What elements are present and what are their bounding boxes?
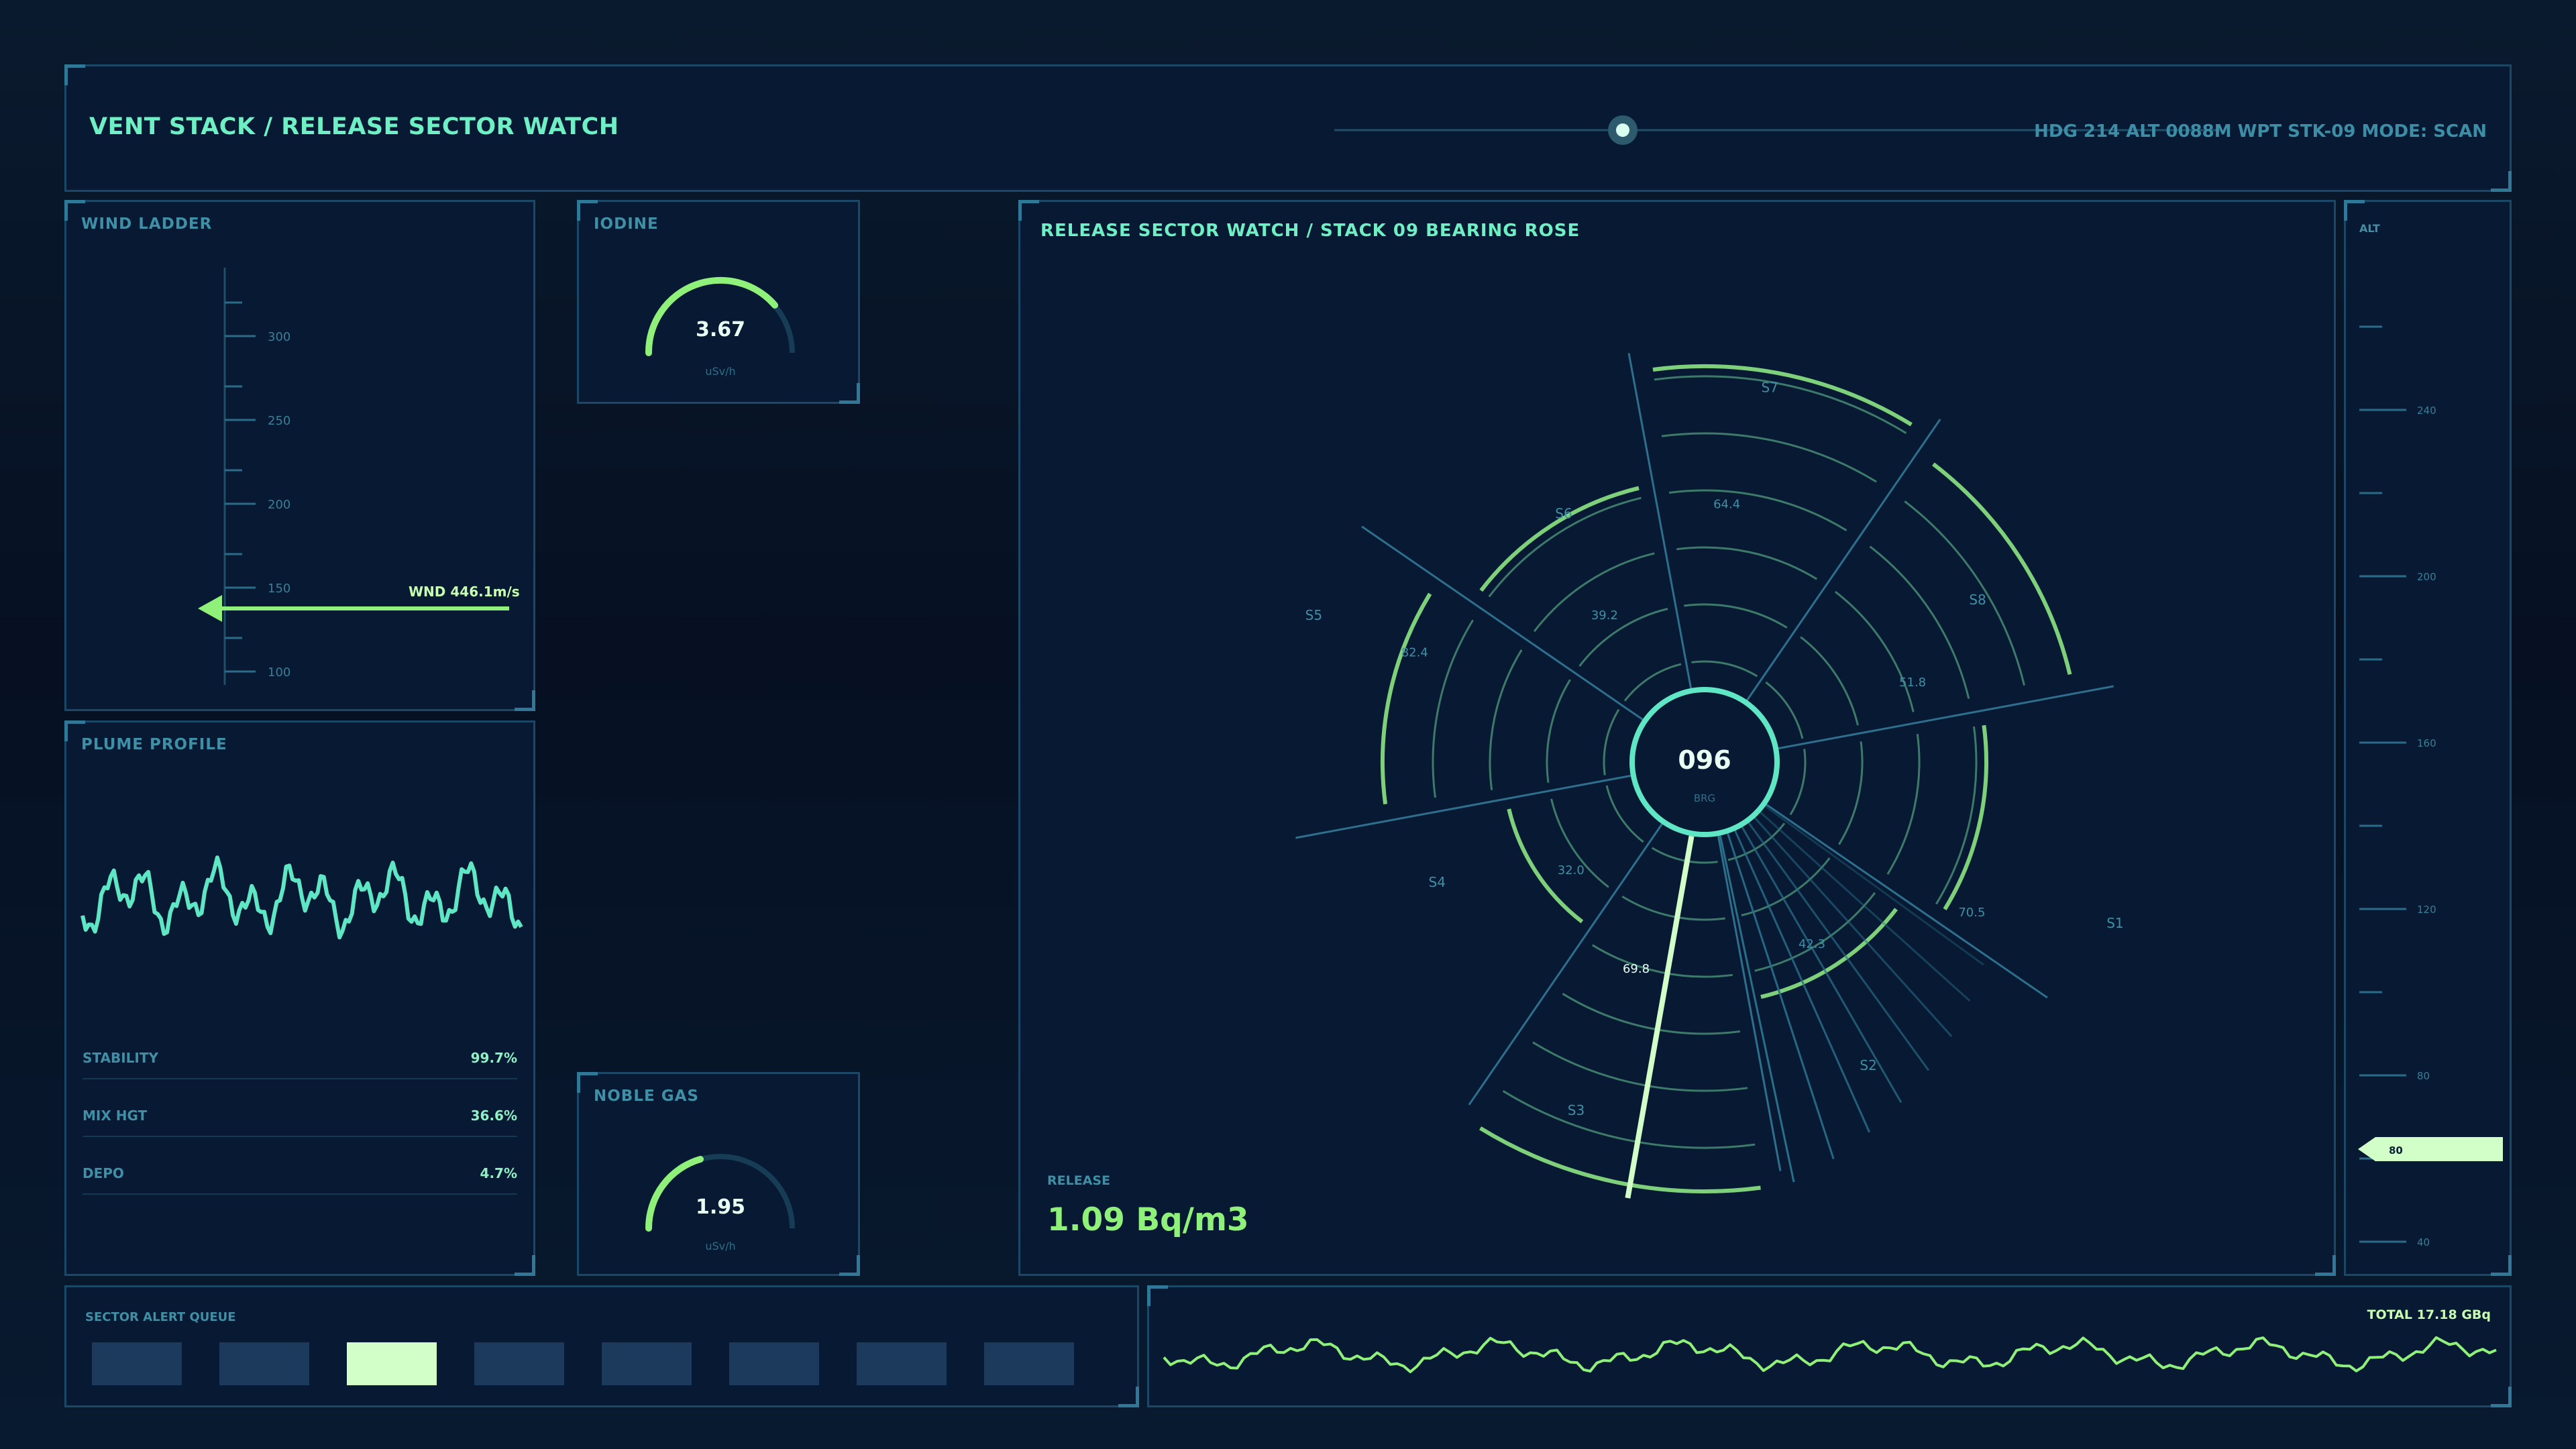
rose-fan-line	[1760, 811, 1971, 1002]
rose-sector-label: S7	[1762, 380, 1778, 396]
noble-gas-gauge: 1.95 uSv/h	[645, 1154, 795, 1252]
rose-sector-label: S6	[1555, 505, 1572, 521]
rose-sector-arc	[1932, 462, 2072, 676]
alt-tape-panel: ALT 240 200 160 120 80 40 80	[2344, 200, 2512, 1276]
alert-queue-tile[interactable]	[602, 1342, 692, 1385]
rose-sector-value: 42.3	[1799, 937, 1825, 951]
total-trend-panel: TOTAL 17.18 GBq	[1147, 1285, 2512, 1407]
rose-spoke	[1627, 353, 1693, 690]
alert-queue-tile[interactable]	[474, 1342, 564, 1385]
wind-indicator-arrow	[198, 595, 222, 622]
alt-tick-240: 240	[2417, 405, 2436, 417]
alert-queue-tile[interactable]	[92, 1342, 182, 1385]
rose-fan-line	[1719, 835, 1795, 1183]
rose-sector-value: 51.8	[1899, 676, 1926, 690]
noble-gas-gauge-panel: NOBLE GAS 1.95 uSv/h	[577, 1072, 860, 1276]
alt-tick-160: 160	[2417, 737, 2436, 749]
alert-queue-tile[interactable]	[729, 1342, 819, 1385]
metric-row-mix-hgt: MIX HGT 36.6%	[83, 1095, 517, 1137]
noble-gas-value: 1.95	[696, 1195, 745, 1219]
metric-value: 99.7%	[470, 1050, 517, 1066]
alt-tape-scale: 240 200 160 120 80 40 80	[2358, 325, 2503, 1248]
metric-label: MIX HGT	[83, 1108, 148, 1124]
iodine-gauge: 3.67 uSv/h	[645, 276, 795, 378]
rose-spoke	[1717, 834, 1782, 1171]
rose-sector-label: S3	[1568, 1102, 1585, 1118]
iodine-gauge-fill	[645, 276, 778, 356]
rose-sector-label: S1	[2106, 915, 2123, 931]
alert-queue-tile[interactable]	[219, 1342, 309, 1385]
iodine-gauge-panel: IODINE 3.67 uSv/h	[577, 200, 860, 404]
bearing-rose: S1 S2 S3 S4 S5 S6 S7 S8 70.5 42.3 69.8 32.0 82.4 39.2…	[1295, 353, 2124, 1199]
rose-sector-value: 39.2	[1591, 608, 1618, 623]
rose-spoke	[1295, 774, 1633, 839]
rose-sector-value: 32.0	[1558, 863, 1585, 877]
plume-profile-panel: PLUME PROFILE STABILITY 99.7% MIX HGT 36…	[64, 720, 535, 1276]
iodine-value: 3.67	[696, 318, 745, 341]
rose-sector-value: 69.8	[1623, 962, 1650, 976]
release-label: RELEASE	[1047, 1173, 1111, 1188]
header-bar: VENT STACK / RELEASE SECTOR WATCH HDG 21…	[64, 64, 2512, 192]
rose-sector-label: S8	[1969, 592, 1986, 608]
alert-queue-tile[interactable]	[984, 1342, 1074, 1385]
wind-tick-300: 300	[268, 330, 290, 344]
rose-sector-label: S4	[1429, 874, 1446, 890]
rose-center-label: BRG	[1694, 792, 1715, 804]
noble-gas-gauge-fill	[645, 1156, 704, 1232]
metric-row-depo: DEPO 4.7%	[83, 1153, 517, 1195]
rose-sector-arc	[1479, 486, 1640, 592]
wind-ladder-scale: 300 250 200 150 100 WND 446.1m/s	[198, 268, 520, 685]
rose-fan-line	[1754, 817, 1953, 1037]
total-trend-line	[1163, 1336, 2497, 1373]
metric-label: STABILITY	[83, 1050, 158, 1066]
rose-sector-value: 82.4	[1401, 646, 1428, 660]
iodine-unit: uSv/h	[705, 365, 735, 378]
alt-current-marker	[2358, 1137, 2503, 1161]
rose-sector-arc	[1943, 724, 1988, 910]
wind-tick-250: 250	[268, 414, 290, 428]
rose-sector-value: 64.4	[1713, 497, 1740, 511]
release-value: 1.09 Bq/m3	[1047, 1201, 1249, 1238]
rose-center-value: 096	[1678, 745, 1731, 775]
sector-alert-queue-panel: SECTOR ALERT QUEUE	[64, 1285, 1139, 1407]
rose-fan-line	[1734, 830, 1871, 1133]
rose-bearing-needle	[1625, 835, 1695, 1199]
rose-sector-arc	[1381, 592, 1432, 805]
noble-gas-unit: uSv/h	[705, 1240, 735, 1252]
plume-waveform	[80, 855, 523, 940]
alt-tick-40: 40	[2417, 1236, 2430, 1248]
rose-fan-line	[1727, 833, 1835, 1160]
wind-tick-100: 100	[268, 665, 290, 680]
metric-row-stability: STABILITY 99.7%	[83, 1038, 517, 1079]
page-title: VENT STACK / RELEASE SECTOR WATCH	[89, 113, 619, 140]
bearing-rose-panel: RELEASE SECTOR WATCH / STACK 09 BEARING …	[1018, 200, 2336, 1276]
alt-tick-200: 200	[2417, 571, 2436, 583]
metric-label: DEPO	[83, 1165, 124, 1181]
alt-tick-120: 120	[2417, 904, 2436, 916]
rose-spoke	[1776, 685, 2114, 750]
rose-sector-label: S5	[1305, 607, 1322, 623]
rose-sector-label: S2	[1860, 1057, 1876, 1073]
metric-value: 4.7%	[480, 1165, 517, 1181]
alt-tick-80: 80	[2417, 1070, 2430, 1082]
alert-queue-tile[interactable]	[857, 1342, 947, 1385]
alt-current-value: 80	[2389, 1144, 2403, 1157]
wind-tick-200: 200	[268, 498, 290, 512]
wind-ladder-panel: WIND LADDER 300 250 200 150 100 WND 446.…	[64, 200, 535, 711]
rose-sector-value: 70.5	[1958, 906, 1985, 920]
wind-tick-150: 150	[268, 582, 290, 596]
alert-queue-title: SECTOR ALERT QUEUE	[85, 1310, 236, 1324]
status-readout: HDG 214 ALT 0088M WPT STK-09 MODE: SCAN	[2034, 121, 2487, 142]
alert-queue-tile-active[interactable]	[347, 1342, 437, 1385]
metric-value: 36.6%	[470, 1108, 517, 1124]
wind-indicator-label: WND 446.1m/s	[409, 584, 520, 600]
